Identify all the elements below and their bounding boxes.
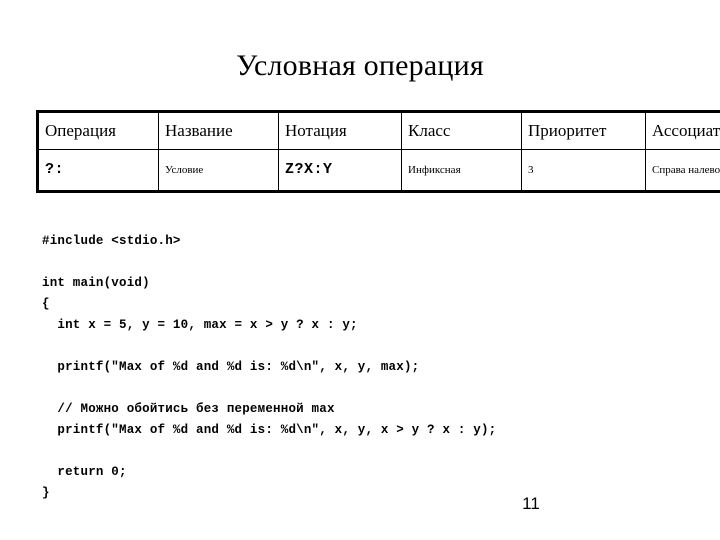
table-header-class: Класс	[401, 111, 522, 150]
cell-associativity: Справа налево	[645, 149, 720, 192]
operation-table: Операция Название Нотация Класс Приорите…	[36, 110, 720, 193]
table-header-associativity: Ассоциат.	[645, 111, 720, 150]
cell-notation: Z?X:Y	[278, 149, 402, 192]
table-header-priority: Приоритет	[521, 111, 646, 150]
page-number: 11	[522, 494, 540, 513]
cell-operation: ?:	[37, 149, 159, 192]
table-header-operation: Операция	[37, 111, 159, 150]
cell-priority: 3	[521, 149, 646, 192]
table-header-row: Операция Название Нотация Класс Приорите…	[37, 111, 720, 150]
table-header-name: Название	[158, 111, 279, 150]
code-listing: #include <stdio.h> int main(void) { int …	[42, 234, 497, 500]
cell-class: Инфиксная	[401, 149, 522, 192]
slide: Условная операция Операция Название Нота…	[0, 0, 720, 540]
page-title: Условная операция	[236, 49, 484, 83]
table-header-notation: Нотация	[278, 111, 402, 150]
cell-name: Условие	[158, 149, 279, 192]
table-row: ?: Условие Z?X:Y Инфиксная 3 Справа нале…	[37, 149, 720, 192]
